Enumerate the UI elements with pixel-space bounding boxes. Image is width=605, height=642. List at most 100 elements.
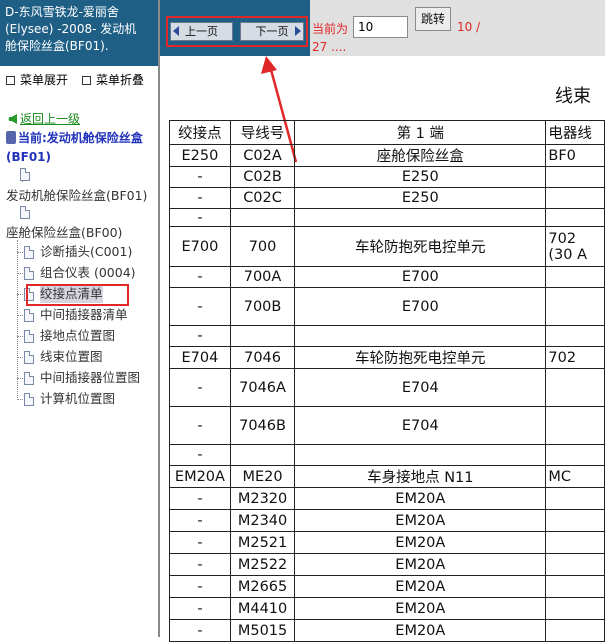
table-cell: 7046A bbox=[229, 368, 296, 407]
header-line-2: (Elysee) -2008- 发动机 bbox=[5, 22, 137, 36]
table-cell: BF0 bbox=[545, 144, 605, 167]
expand-icon bbox=[6, 75, 15, 85]
tree-item-diagnostic-plug[interactable]: 诊断插头(C001) bbox=[24, 243, 132, 261]
table-cell: EM20A bbox=[169, 465, 231, 488]
table-cell bbox=[294, 325, 547, 347]
tree-item-label: 诊断插头(C001) bbox=[40, 244, 133, 259]
table-cell: 700B bbox=[229, 287, 296, 326]
tree-item-connector-list[interactable]: 中间插接器清单 bbox=[24, 306, 128, 324]
table-row: - M2340 EM20A bbox=[169, 509, 605, 532]
table-cell: 700 bbox=[229, 226, 296, 267]
document-icon bbox=[24, 266, 34, 280]
expand-menu-button[interactable]: 菜单展开 bbox=[6, 72, 68, 88]
menu-toolbar: 菜单展开 菜单折叠 bbox=[0, 72, 158, 88]
table-cell: - bbox=[169, 406, 231, 445]
tree-item-harness-locations[interactable]: 线束位置图 bbox=[24, 348, 103, 366]
table-cell: 座舱保险丝盒 bbox=[294, 144, 547, 167]
tree-doc-item[interactable] bbox=[20, 206, 36, 219]
table-cell: EM20A bbox=[294, 553, 547, 576]
left-menu-panel: D-东风雪铁龙-爱丽舍 (Elysee) -2008- 发动机 舱保险丝盒(BF… bbox=[0, 0, 160, 637]
table-cell: ME20 bbox=[229, 465, 296, 488]
table-cell: M4410 bbox=[229, 597, 296, 620]
table-row: -7046A E704 bbox=[169, 368, 605, 407]
document-icon bbox=[24, 350, 34, 364]
table-row: EM20A ME20 车身接地点 N11 MC bbox=[169, 465, 605, 488]
tree-item-connector-locations[interactable]: 中间插接器位置图 bbox=[24, 369, 140, 387]
table-row: - C02B E250 bbox=[169, 166, 605, 188]
current-page-label: 当前为 bbox=[312, 22, 349, 36]
splice-table: 绞接点 导线号 第 1 端 电器线 E250 C02A 座舱保险丝盒 BF0- C02B… bbox=[169, 120, 605, 642]
document-icon bbox=[24, 371, 34, 385]
document-icon bbox=[20, 168, 30, 181]
header-line-3: 舱保险丝盒(BF01). bbox=[5, 39, 109, 53]
table-cell: - bbox=[169, 325, 231, 347]
column-header: 第 1 端 bbox=[294, 120, 547, 145]
tree-section-bf00[interactable]: 座舱保险丝盒(BF00) bbox=[6, 224, 122, 242]
table-cell: 车身接地点 N11 bbox=[294, 465, 547, 488]
table-cell bbox=[545, 208, 605, 227]
table-cell: 702 bbox=[545, 346, 605, 369]
table-cell: EM20A bbox=[294, 509, 547, 532]
table-cell bbox=[545, 597, 605, 620]
selection-highlight-box bbox=[26, 284, 129, 306]
tree-connector bbox=[17, 240, 18, 400]
table-cell: E700 bbox=[294, 287, 547, 326]
table-body: E250 C02A 座舱保险丝盒 BF0- C02B E250- C02C E250- E700… bbox=[169, 144, 605, 642]
tree-item-label: 中间插接器清单 bbox=[40, 307, 128, 322]
table-cell: - bbox=[169, 287, 231, 326]
table-cell bbox=[545, 287, 605, 326]
page-total-text: 27 .... bbox=[312, 40, 347, 54]
table-cell: 702 (30 A bbox=[545, 226, 605, 267]
table-cell: - bbox=[169, 208, 231, 227]
table-cell: E250 bbox=[294, 166, 547, 188]
collapse-menu-label: 菜单折叠 bbox=[96, 73, 145, 87]
table-cell: 7046 bbox=[229, 346, 296, 369]
current-location: 当前:发动机舱保险丝盒(BF01) bbox=[6, 129, 158, 167]
collapse-menu-button[interactable]: 菜单折叠 bbox=[82, 72, 144, 88]
table-cell: E250 bbox=[294, 187, 547, 209]
tree-item-label: 计算机位置图 bbox=[40, 391, 116, 406]
table-cell: - bbox=[169, 487, 231, 510]
page-number-input[interactable] bbox=[353, 16, 408, 38]
table-cell bbox=[545, 187, 605, 209]
tree-item-ground-locations[interactable]: 接地点位置图 bbox=[24, 327, 115, 345]
table-cell bbox=[545, 166, 605, 188]
tree-item-label: 线束位置图 bbox=[40, 349, 103, 364]
table-cell bbox=[545, 487, 605, 510]
collapse-icon bbox=[82, 75, 91, 85]
back-arrow-icon bbox=[8, 113, 17, 124]
table-cell: - bbox=[169, 187, 231, 209]
document-title: 线束 bbox=[555, 86, 591, 107]
table-cell: MC bbox=[545, 465, 605, 488]
tree-section-bf01[interactable]: 发动机舱保险丝盒(BF01) bbox=[6, 187, 147, 205]
document-icon bbox=[24, 245, 34, 259]
next-arrow-icon bbox=[295, 26, 301, 36]
tree-item-computer-locations[interactable]: 计算机位置图 bbox=[24, 390, 115, 408]
table-row: - M2665 EM20A bbox=[169, 575, 605, 598]
jump-button[interactable]: 跳转 bbox=[415, 7, 451, 31]
table-cell: E704 bbox=[294, 368, 547, 407]
table-cell bbox=[229, 444, 296, 466]
tree-item-instrument-cluster[interactable]: 组合仪表 (0004) bbox=[24, 264, 136, 282]
table-cell: - bbox=[169, 553, 231, 576]
table-cell: 700A bbox=[229, 266, 296, 288]
table-row: - M5015 EM20A bbox=[169, 619, 605, 642]
back-link[interactable]: 返回上一级 bbox=[8, 110, 80, 127]
tree-doc-item[interactable] bbox=[20, 168, 36, 181]
table-cell: E700 bbox=[294, 266, 547, 288]
column-header: 绞接点 bbox=[169, 120, 231, 145]
table-row: - M4410 EM20A bbox=[169, 597, 605, 620]
column-header: 电器线 bbox=[545, 120, 605, 145]
prev-page-label: 上一页 bbox=[185, 25, 218, 38]
table-cell bbox=[545, 575, 605, 598]
table-cell: M2521 bbox=[229, 531, 296, 554]
table-cell: - bbox=[169, 166, 231, 188]
prev-page-button[interactable]: 上一页 bbox=[170, 22, 233, 41]
next-page-button[interactable]: 下一页 bbox=[240, 22, 304, 41]
splice-table-container: 绞接点 导线号 第 1 端 电器线 E250 C02A 座舱保险丝盒 BF0- C02B… bbox=[169, 120, 605, 642]
table-cell: EM20A bbox=[294, 531, 547, 554]
table-cell: C02C bbox=[229, 187, 296, 209]
table-cell bbox=[229, 325, 296, 347]
table-cell: EM20A bbox=[294, 487, 547, 510]
page-total-text: 10 / bbox=[457, 20, 481, 34]
